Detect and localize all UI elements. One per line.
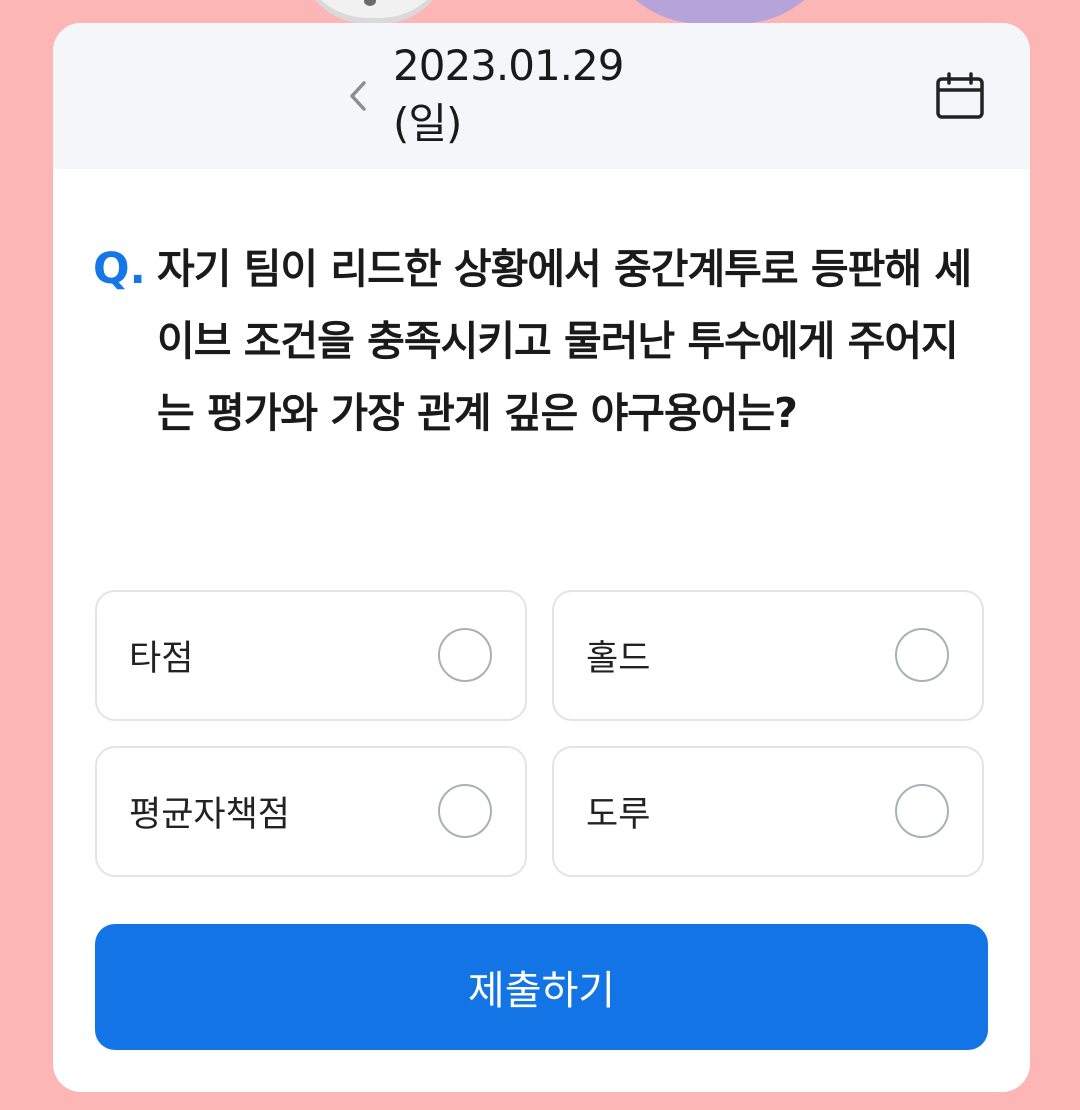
calendar-icon bbox=[936, 72, 984, 119]
quiz-card: 2023.01.29 (일) Q. 자기 팀이 리드한 상황에서 중간계투로 등… bbox=[53, 23, 1030, 1092]
question-prefix: Q. bbox=[93, 244, 146, 294]
option-label: 타점 bbox=[129, 639, 194, 679]
option-label: 도루 bbox=[586, 795, 651, 835]
mascot-decoration bbox=[298, 0, 450, 24]
radio-icon[interactable] bbox=[895, 784, 949, 838]
calendar-button[interactable] bbox=[930, 66, 990, 126]
current-date: 2023.01.29 (일) bbox=[393, 41, 624, 148]
option-label: 홀드 bbox=[586, 639, 651, 679]
option-3[interactable]: 평균자책점 bbox=[95, 746, 527, 877]
option-4[interactable]: 도루 bbox=[552, 746, 984, 877]
radio-icon[interactable] bbox=[438, 784, 492, 838]
option-1[interactable]: 타점 bbox=[95, 590, 527, 721]
radio-icon[interactable] bbox=[895, 628, 949, 682]
option-2[interactable]: 홀드 bbox=[552, 590, 984, 721]
option-label: 평균자책점 bbox=[129, 795, 291, 835]
chevron-left-icon bbox=[350, 81, 366, 111]
submit-button[interactable]: 제출하기 bbox=[95, 924, 988, 1050]
prev-date-button[interactable] bbox=[333, 66, 383, 126]
question: Q. 자기 팀이 리드한 상황에서 중간계투로 등판해 세이브 조건을 충족시키… bbox=[93, 233, 983, 449]
ball-decoration bbox=[598, 0, 842, 24]
radio-icon[interactable] bbox=[438, 628, 492, 682]
date-header: 2023.01.29 (일) bbox=[53, 23, 1030, 169]
question-text: 자기 팀이 리드한 상황에서 중간계투로 등판해 세이브 조건을 충족시키고 물… bbox=[157, 245, 972, 437]
